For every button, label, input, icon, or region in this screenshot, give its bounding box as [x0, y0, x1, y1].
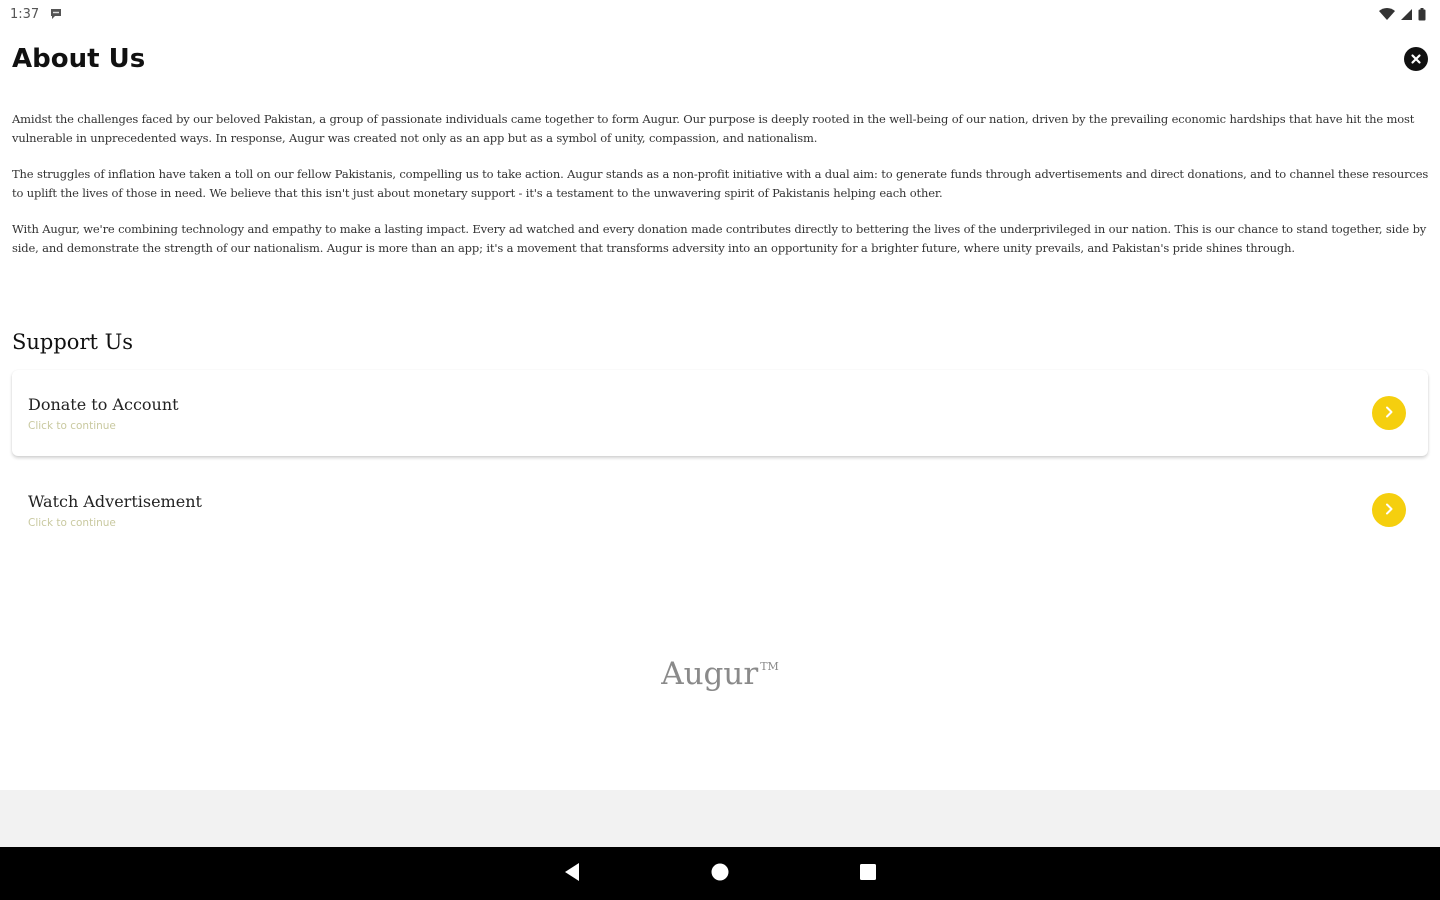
- about-content: Amidst the challenges faced by our belov…: [12, 110, 1430, 275]
- battery-icon: [1418, 7, 1426, 21]
- wifi-icon: [1379, 7, 1395, 21]
- page-title: About Us: [12, 44, 146, 74]
- card-subtitle: Click to continue: [28, 419, 116, 432]
- watch-advertisement-card[interactable]: Watch Advertisement Click to continue: [12, 467, 1428, 553]
- header: About Us: [12, 40, 1428, 78]
- about-paragraph: With Augur, we're combining technology a…: [12, 222, 1427, 255]
- chevron-right-icon: [1382, 404, 1396, 423]
- donate-arrow-button[interactable]: [1372, 396, 1406, 430]
- signal-icon: [1400, 8, 1413, 21]
- chat-notification-icon: [49, 7, 63, 21]
- status-right: [1379, 7, 1426, 21]
- system-nav-bar: [0, 847, 1440, 900]
- support-section-title: Support Us: [12, 330, 134, 354]
- back-button[interactable]: [560, 862, 584, 886]
- brand-name: Augur: [661, 656, 759, 692]
- close-icon: [1410, 50, 1422, 69]
- card-text: Watch Advertisement Click to continue: [28, 492, 202, 529]
- about-paragraph: Amidst the challenges faced by our belov…: [12, 112, 1415, 145]
- trademark-symbol: TM: [760, 660, 779, 673]
- bottom-strip: [0, 790, 1440, 847]
- recents-button[interactable]: [856, 862, 880, 886]
- card-subtitle: Click to continue: [28, 516, 116, 529]
- status-bar: 1:37: [0, 0, 1440, 28]
- donate-to-account-card[interactable]: Donate to Account Click to continue: [12, 370, 1428, 456]
- status-time: 1:37: [10, 6, 40, 22]
- about-us-screen: 1:37 About Us Amidst the challenges face…: [0, 0, 1440, 900]
- card-text: Donate to Account Click to continue: [28, 395, 179, 432]
- card-title: Watch Advertisement: [28, 491, 202, 511]
- advertisement-arrow-button[interactable]: [1372, 493, 1406, 527]
- status-left: 1:37: [10, 7, 63, 22]
- about-paragraph: The struggles of inflation have taken a …: [12, 167, 1429, 200]
- close-button[interactable]: [1404, 47, 1428, 71]
- back-icon: [563, 862, 581, 886]
- chevron-right-icon: [1382, 501, 1396, 520]
- brand-wordmark: Augur TM: [0, 656, 1440, 692]
- card-title: Donate to Account: [28, 394, 179, 414]
- recents-icon: [859, 863, 877, 885]
- home-button[interactable]: [708, 862, 732, 886]
- home-icon: [710, 862, 730, 886]
